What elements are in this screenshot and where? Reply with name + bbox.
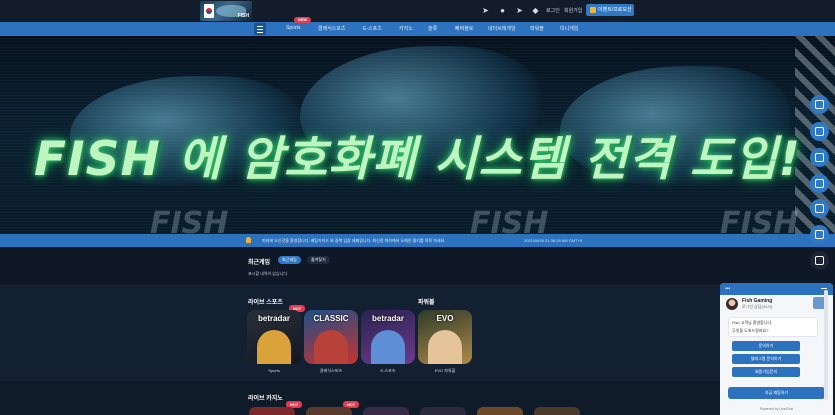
- translate-icon: [815, 256, 824, 265]
- hero-watermark: FISH: [150, 206, 229, 234]
- bell-icon: [246, 237, 251, 243]
- live-casino-section: [0, 383, 835, 415]
- nav-item-pachinko[interactable]: 빠찌블로: [455, 25, 473, 32]
- chat-bubble-icon: [815, 179, 824, 188]
- telegram-icon[interactable]: ➤: [481, 6, 490, 15]
- event-promo-button[interactable]: 이벤트/프로모션: [586, 4, 634, 16]
- powered-by: Powered by LiveChat: [759, 407, 794, 411]
- share-button[interactable]: [810, 225, 829, 244]
- game-tile-evo-powerball[interactable]: EVO: [418, 310, 472, 364]
- cart-button[interactable]: [810, 122, 829, 141]
- livechat-widget: ••• Fish Gaming 로그인 상담(24시) Fish 고객님 환영합…: [720, 283, 833, 415]
- notice-text: 피쉬에 오신것을 환영합니다. 베팅가이드 와 중복 입장 제재됩니다. 최신정…: [262, 238, 446, 243]
- login-link[interactable]: 로그인: [546, 7, 560, 14]
- chat-message: Fish 고객님 환영합니다. 무엇을 도와드릴까요?: [728, 317, 818, 337]
- translate-button[interactable]: [810, 251, 829, 270]
- logo-text: FISH: [237, 13, 249, 19]
- start-chat-button[interactable]: 지금 채팅하기: [728, 387, 825, 399]
- site-logo[interactable]: FISH: [200, 1, 252, 21]
- bookmark-button[interactable]: [810, 148, 829, 167]
- gift-icon: [590, 7, 596, 13]
- live-sports-title: 라이브 스포츠: [248, 300, 283, 306]
- document-button[interactable]: [810, 199, 829, 218]
- casino-tile[interactable]: [363, 407, 409, 415]
- nav-item-mini-game[interactable]: 미니게임: [560, 25, 578, 32]
- powerball-title: 파워볼: [418, 300, 435, 306]
- live-casino-title: 라이브 카지노: [248, 396, 283, 402]
- tile-caption: 클래식스포츠: [319, 368, 343, 373]
- hamburger-menu-icon[interactable]: [254, 23, 266, 35]
- nav-item-classic-sports[interactable]: 클래식스포츠: [318, 25, 346, 32]
- casino-tile[interactable]: [249, 407, 295, 415]
- casino-tile[interactable]: [534, 407, 580, 415]
- chat-signup-button[interactable]: 회원가입문의: [732, 367, 800, 377]
- minimize-icon[interactable]: [821, 288, 827, 289]
- chat-inquiry-button[interactable]: 문의하기: [732, 341, 800, 351]
- chat-header: •••: [720, 283, 833, 295]
- tile-caption: E-스포츠: [380, 368, 396, 373]
- bookmark-icon: [815, 153, 824, 162]
- nav-item-mini-game-2[interactable]: 네이브레게임: [488, 25, 516, 32]
- chat-telegram-button[interactable]: 텔레그램 문의하기: [732, 354, 800, 364]
- casino-tile[interactable]: [306, 407, 352, 415]
- nav-item-slot[interactable]: 슬롯: [428, 25, 437, 32]
- telegram-icon[interactable]: ➤: [515, 6, 524, 15]
- tile-caption: Sports: [268, 368, 280, 373]
- game-tile-esports[interactable]: betradar: [361, 310, 415, 364]
- recent-games-title: 최근게임: [248, 260, 271, 266]
- hero-banner[interactable]: FISH 에 암호화폐 시스템 전격 도입! FISH FISH FISH: [0, 36, 835, 234]
- nav-item-powerball[interactable]: 파워볼: [530, 25, 544, 32]
- notice-time: 2021/08/26 21:36:28 AM GMT+9: [524, 238, 583, 243]
- korean-flag-icon: [204, 4, 214, 18]
- game-tile-classic-sports[interactable]: CLASSIC: [304, 310, 358, 364]
- signup-link[interactable]: 회원가입: [564, 7, 582, 14]
- dealer-figure: [428, 330, 462, 364]
- top-header: [0, 0, 835, 22]
- casino-tile[interactable]: [420, 407, 466, 415]
- recent-empty-text: 표시할 내역이 없습니다: [248, 271, 288, 276]
- hero-watermark: FISH: [720, 206, 799, 234]
- share-icon: [815, 230, 824, 239]
- nav-item-casino[interactable]: 카지노: [399, 25, 413, 32]
- casino-tile[interactable]: [477, 407, 523, 415]
- player-figure: [314, 330, 348, 364]
- main-nav: [0, 22, 835, 36]
- tab-recent-games[interactable]: 최근게임: [278, 256, 301, 264]
- tile-caption: EVO 파워볼: [434, 368, 456, 373]
- agent-avatar: [726, 298, 738, 310]
- nav-item-sports[interactable]: Sports: [286, 25, 300, 31]
- id-card-icon: [815, 100, 824, 109]
- agent-subtitle: 로그인 상담(24시): [742, 304, 773, 309]
- tab-favorites[interactable]: 즐겨찾기: [307, 256, 330, 264]
- game-icon[interactable]: ◆: [531, 6, 540, 15]
- id-card-button[interactable]: [810, 95, 829, 114]
- player-figure: [371, 330, 405, 364]
- hero-title: FISH 에 암호화폐 시스템 전격 도입!: [34, 132, 801, 187]
- game-tile-sports[interactable]: betradar: [247, 310, 301, 364]
- player-figure: [257, 330, 291, 364]
- chat-icon[interactable]: ●: [498, 6, 507, 15]
- nav-item-esports[interactable]: E-스포츠: [363, 25, 382, 32]
- new-badge: NEW: [294, 17, 311, 23]
- document-icon: [815, 204, 824, 213]
- chat-scrollbar[interactable]: [824, 290, 828, 400]
- cart-icon: [815, 127, 824, 136]
- hero-watermark: FISH: [470, 206, 549, 234]
- more-icon[interactable]: •••: [725, 286, 730, 292]
- chat-bubble-button[interactable]: [810, 174, 829, 193]
